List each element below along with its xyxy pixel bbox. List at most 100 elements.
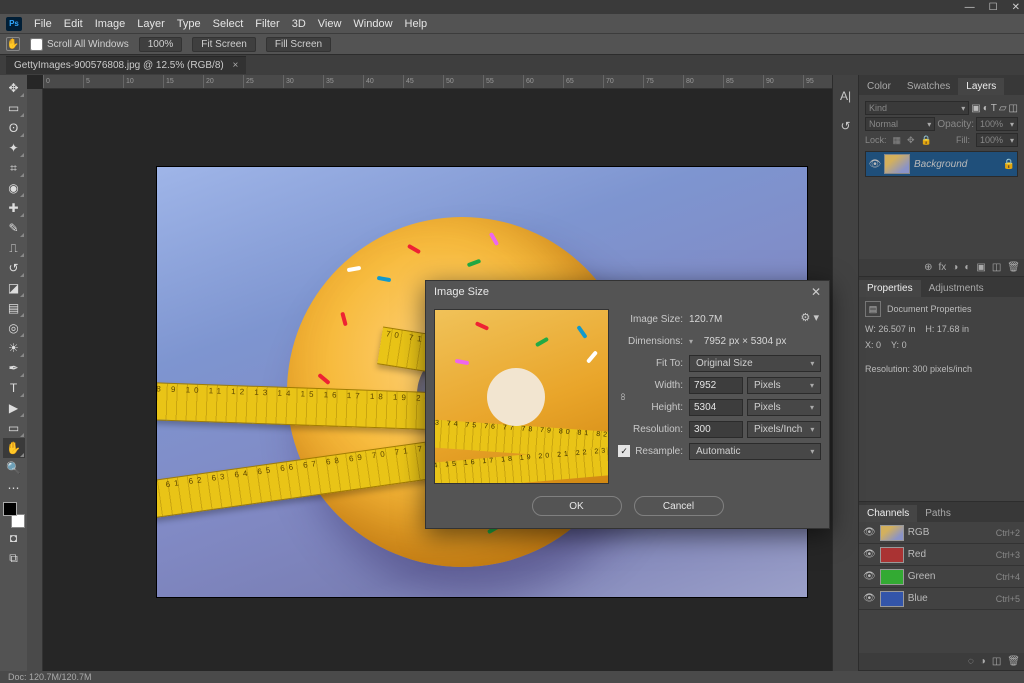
scroll-all-windows-checkbox[interactable]: Scroll All Windows (30, 38, 129, 51)
layer-visibility-icon[interactable]: 👁 (866, 159, 884, 170)
window-minimize-button[interactable]: — (965, 2, 975, 13)
filter-adjust-icon[interactable]: ◐ (983, 103, 989, 114)
hand-tool[interactable]: ✋ (3, 438, 25, 458)
document-tab[interactable]: GettyImages-900576808.jpg @ 12.5% (RGB/8… (6, 56, 246, 74)
cancel-button[interactable]: Cancel (634, 496, 724, 516)
brush-tool[interactable]: ✎ (3, 218, 25, 238)
shape-tool[interactable]: ▭ (3, 418, 25, 438)
height-unit-select[interactable]: Pixels▾ (747, 399, 821, 416)
filter-shape-icon[interactable]: ▱ (999, 103, 1007, 114)
menu-image[interactable]: Image (95, 18, 126, 30)
background-color-swatch[interactable] (11, 514, 25, 528)
lock-pixels-icon[interactable]: ▦ (893, 135, 902, 146)
width-unit-select[interactable]: Pixels▾ (747, 377, 821, 394)
menu-help[interactable]: Help (405, 18, 428, 30)
stamp-tool[interactable]: ⎍ (3, 238, 25, 258)
document-tab-close-icon[interactable]: × (233, 60, 239, 71)
layer-group-icon[interactable]: ▣ (976, 262, 985, 273)
new-channel-icon[interactable]: ◫ (992, 656, 1001, 667)
menu-type[interactable]: Type (177, 18, 201, 30)
channel-visibility-icon[interactable]: 👁 (863, 571, 876, 582)
marquee-tool[interactable]: ▭ (3, 98, 25, 118)
channel-rgb[interactable]: 👁 RGBCtrl+2 (859, 522, 1024, 544)
quick-mask-toggle[interactable]: ◘ (3, 528, 25, 548)
resample-checkbox[interactable]: ✓ (618, 445, 630, 457)
opacity-input[interactable]: 100%▾ (976, 117, 1018, 131)
fill-screen-button[interactable]: Fill Screen (266, 37, 331, 52)
quick-select-tool[interactable]: ✦ (3, 138, 25, 158)
resolution-input[interactable] (689, 421, 743, 438)
load-selection-icon[interactable]: ◌ (968, 656, 974, 667)
menu-select[interactable]: Select (213, 18, 244, 30)
fill-input[interactable]: 100%▾ (976, 133, 1018, 147)
filter-type-icon[interactable]: T (991, 103, 997, 114)
channel-visibility-icon[interactable]: 👁 (863, 549, 876, 560)
height-input[interactable] (689, 399, 743, 416)
menu-filter[interactable]: Filter (255, 18, 279, 30)
menu-window[interactable]: Window (353, 18, 392, 30)
text-tool-panel-icon[interactable]: A| (840, 89, 851, 103)
pen-tool[interactable]: ✒ (3, 358, 25, 378)
lasso-tool[interactable]: ʘ (3, 118, 25, 138)
lock-all-icon[interactable]: 🔒 (921, 135, 932, 146)
tab-adjustments[interactable]: Adjustments (921, 280, 992, 297)
layer-kind-filter[interactable]: Kind▾ (865, 101, 969, 115)
window-maximize-button[interactable]: ☐ (989, 2, 998, 13)
delete-channel-icon[interactable]: 🗑 (1007, 656, 1020, 667)
crop-tool[interactable]: ⌗ (3, 158, 25, 178)
dimensions-unit-dropdown[interactable]: ▾ (689, 337, 693, 346)
channel-visibility-icon[interactable]: 👁 (863, 527, 876, 538)
fit-to-select[interactable]: Original Size▾ (689, 355, 821, 372)
layer-thumbnail[interactable] (884, 154, 910, 174)
history-brush-tool[interactable]: ↺ (3, 258, 25, 278)
menu-3d[interactable]: 3D (292, 18, 306, 30)
edit-toolbar-button[interactable]: ⋯ (3, 478, 25, 498)
save-selection-icon[interactable]: ◑ (980, 656, 986, 667)
layer-mask-icon[interactable]: ◑ (952, 262, 958, 273)
blend-mode-select[interactable]: Normal▾ (865, 117, 935, 131)
tab-paths[interactable]: Paths (917, 505, 959, 522)
fit-screen-button[interactable]: Fit Screen (192, 37, 256, 52)
type-tool[interactable]: T (3, 378, 25, 398)
screen-mode-toggle[interactable]: ⧉ (3, 548, 25, 568)
eraser-tool[interactable]: ◪ (3, 278, 25, 298)
dialog-close-button[interactable]: ✕ (811, 285, 821, 299)
channel-blue[interactable]: 👁 BlueCtrl+5 (859, 588, 1024, 610)
tab-properties[interactable]: Properties (859, 280, 921, 297)
eyedropper-tool[interactable]: ◉ (3, 178, 25, 198)
menu-file[interactable]: File (34, 18, 52, 30)
resample-method-select[interactable]: Automatic▾ (689, 443, 821, 460)
layer-row-background[interactable]: 👁 Background 🔒 (865, 151, 1018, 177)
healing-tool[interactable]: ✚ (3, 198, 25, 218)
tab-swatches[interactable]: Swatches (899, 78, 958, 95)
zoom-preset-button[interactable]: 100% (139, 37, 183, 52)
adjustment-layer-icon[interactable]: ◐ (964, 262, 970, 273)
channel-visibility-icon[interactable]: 👁 (863, 593, 876, 604)
filter-smart-icon[interactable]: ◫ (1009, 103, 1018, 114)
window-close-button[interactable]: ✕ (1012, 2, 1020, 13)
current-tool-icon[interactable]: ✋ (6, 37, 20, 51)
tab-channels[interactable]: Channels (859, 505, 917, 522)
constrain-proportions-icon[interactable]: 𝟾 (617, 377, 629, 417)
blur-tool[interactable]: ◎ (3, 318, 25, 338)
ok-button[interactable]: OK (532, 496, 622, 516)
layer-name[interactable]: Background (914, 159, 1001, 170)
resolution-unit-select[interactable]: Pixels/Inch▾ (747, 421, 821, 438)
move-tool[interactable]: ✥ (3, 78, 25, 98)
menu-edit[interactable]: Edit (64, 18, 83, 30)
channel-green[interactable]: 👁 GreenCtrl+4 (859, 566, 1024, 588)
lock-position-icon[interactable]: ✥ (907, 135, 915, 146)
foreground-color-swatch[interactable] (3, 502, 17, 516)
layer-fx-icon[interactable]: fx (939, 262, 947, 273)
tab-layers[interactable]: Layers (958, 78, 1004, 95)
gradient-tool[interactable]: ▤ (3, 298, 25, 318)
color-swatches[interactable] (3, 502, 25, 528)
menu-view[interactable]: View (318, 18, 342, 30)
new-layer-icon[interactable]: ◫ (992, 262, 1001, 273)
channel-red[interactable]: 👁 RedCtrl+3 (859, 544, 1024, 566)
link-layers-icon[interactable]: ⊕ (924, 262, 932, 273)
path-select-tool[interactable]: ▶ (3, 398, 25, 418)
menu-layer[interactable]: Layer (137, 18, 165, 30)
dodge-tool[interactable]: ☀ (3, 338, 25, 358)
dialog-settings-icon[interactable]: ⚙ ▾ (801, 311, 819, 324)
